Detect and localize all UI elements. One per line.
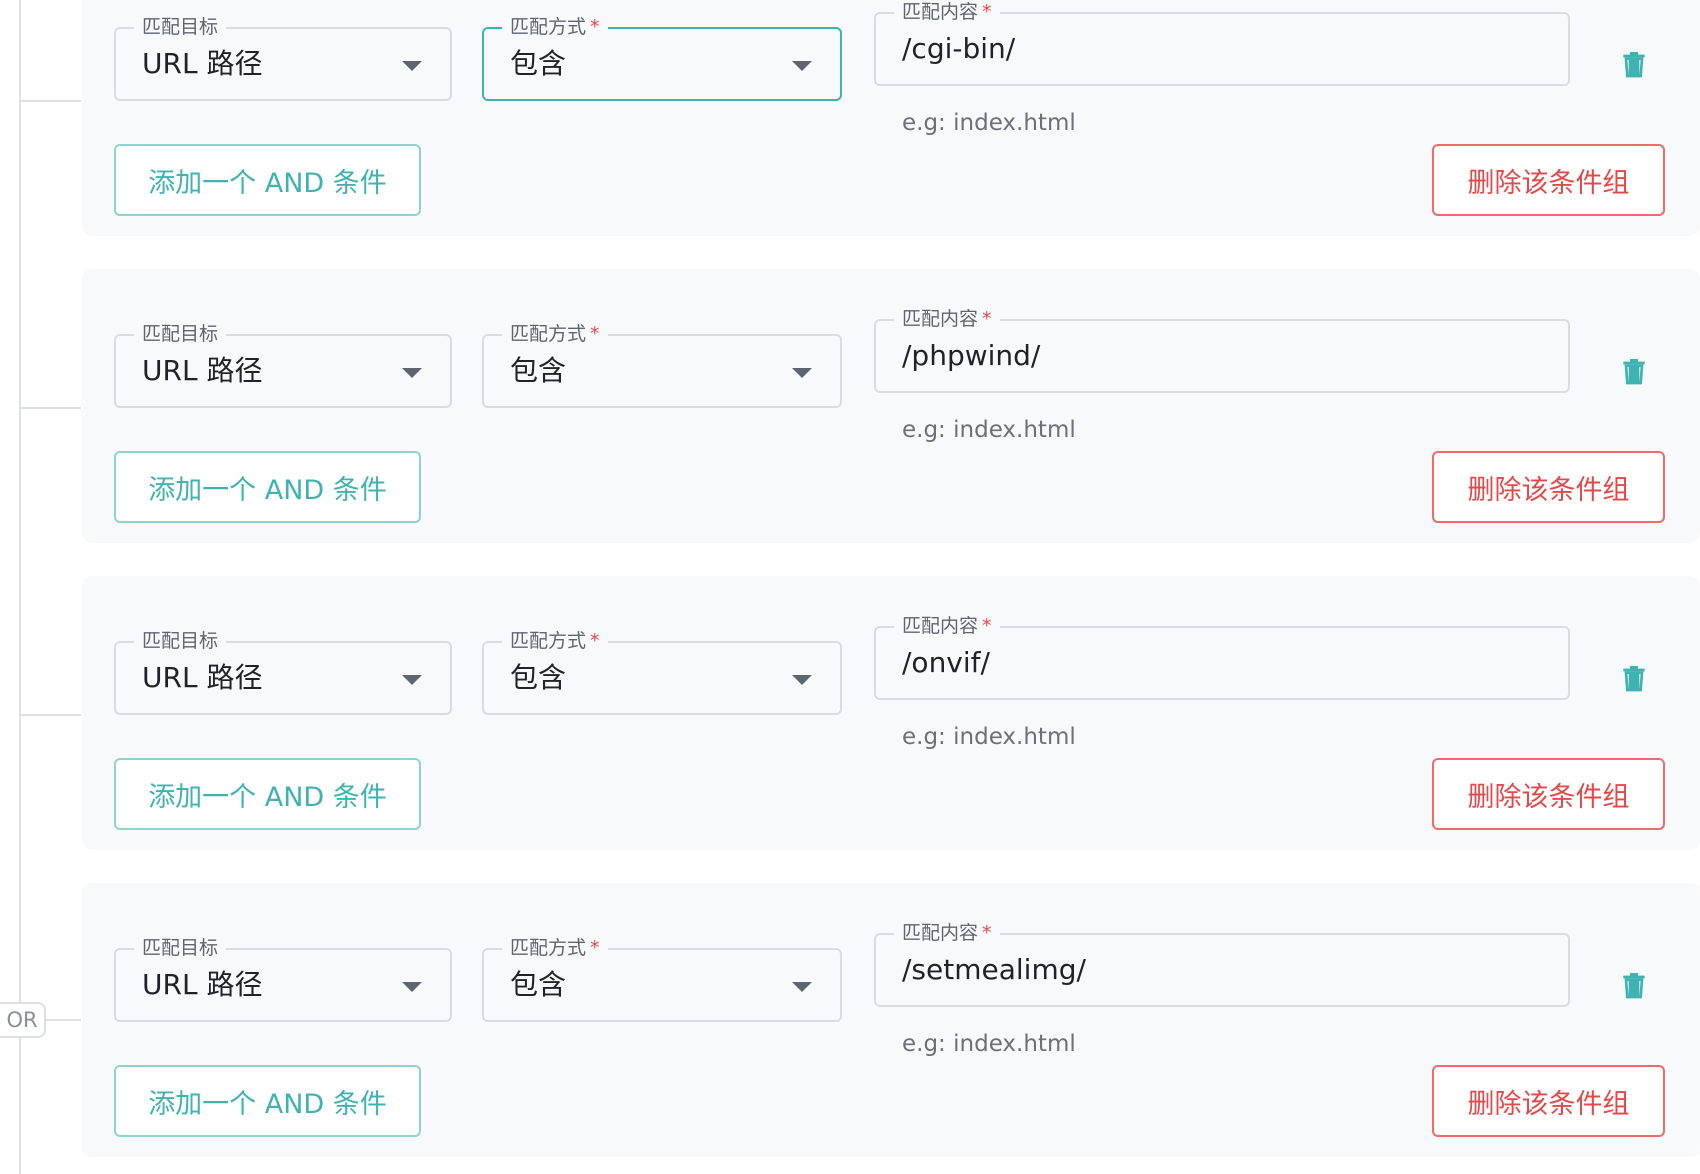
condition-group: 匹配目标 URL 路径 匹配方式 * 包含 匹配内容 * /cgi-bin/ e.g…	[82, 0, 1700, 236]
delete-condition-group-button[interactable]: 删除该条件组	[1432, 758, 1665, 830]
match-method-value: 包含	[510, 47, 567, 80]
match-method-select[interactable]: 匹配方式 * 包含	[482, 15, 842, 101]
chevron-down-icon	[402, 368, 422, 378]
match-content-input[interactable]: 匹配内容 * /setmealimg/	[874, 921, 1570, 1007]
tree-branch	[19, 100, 81, 102]
match-target-select[interactable]: 匹配目标 URL 路径	[114, 15, 452, 101]
match-content-input[interactable]: 匹配内容 * /phpwind/	[874, 307, 1570, 393]
match-content-value: /phpwind/	[902, 339, 1041, 372]
match-content-value: /cgi-bin/	[902, 32, 1016, 65]
condition-group: 匹配目标 URL 路径 匹配方式 * 包含 匹配内容 * /phpwind/ e.g…	[82, 269, 1700, 543]
required-mark: *	[590, 323, 600, 345]
delete-condition-group-button[interactable]: 删除该条件组	[1432, 451, 1665, 523]
chevron-down-icon	[792, 61, 812, 71]
match-target-select[interactable]: 匹配目标 URL 路径	[114, 936, 452, 1022]
match-target-value: URL 路径	[142, 47, 263, 80]
match-method-value: 包含	[510, 354, 567, 387]
condition-group: 匹配目标 URL 路径 匹配方式 * 包含 匹配内容 * /onvif/ e.g: …	[82, 576, 1700, 850]
required-mark: *	[590, 16, 600, 38]
match-content-hint: e.g: index.html	[902, 110, 1076, 136]
match-target-value: URL 路径	[142, 354, 263, 387]
match-content-input[interactable]: 匹配内容 * /cgi-bin/	[874, 0, 1570, 86]
match-method-select[interactable]: 匹配方式 * 包含	[482, 629, 842, 715]
trash-icon[interactable]	[1618, 662, 1650, 694]
match-method-select[interactable]: 匹配方式 * 包含	[482, 322, 842, 408]
match-content-hint: e.g: index.html	[902, 417, 1076, 443]
chevron-down-icon	[402, 982, 422, 992]
tree-connector-line	[19, 0, 21, 1174]
match-method-select[interactable]: 匹配方式 * 包含	[482, 936, 842, 1022]
required-mark: *	[590, 937, 600, 959]
or-connector-badge: OR	[0, 1002, 46, 1038]
match-method-value: 包含	[510, 968, 567, 1001]
condition-group: 匹配目标 URL 路径 匹配方式 * 包含 匹配内容 * /setmealimg/ …	[82, 883, 1700, 1157]
add-and-condition-button[interactable]: 添加一个 AND 条件	[114, 144, 421, 216]
add-and-condition-button[interactable]: 添加一个 AND 条件	[114, 758, 421, 830]
delete-condition-group-button[interactable]: 删除该条件组	[1432, 144, 1665, 216]
delete-condition-group-button[interactable]: 删除该条件组	[1432, 1065, 1665, 1137]
match-target-select[interactable]: 匹配目标 URL 路径	[114, 322, 452, 408]
add-and-condition-button[interactable]: 添加一个 AND 条件	[114, 1065, 421, 1137]
chevron-down-icon	[792, 982, 812, 992]
match-content-input[interactable]: 匹配内容 * /onvif/	[874, 614, 1570, 700]
tree-branch	[19, 407, 81, 409]
trash-icon[interactable]	[1618, 355, 1650, 387]
match-content-hint: e.g: index.html	[902, 1031, 1076, 1057]
trash-icon[interactable]	[1618, 969, 1650, 1001]
tree-branch	[19, 714, 81, 716]
chevron-down-icon	[402, 61, 422, 71]
match-target-value: URL 路径	[142, 968, 263, 1001]
required-mark: *	[590, 630, 600, 652]
match-content-hint: e.g: index.html	[902, 724, 1076, 750]
match-target-value: URL 路径	[142, 661, 263, 694]
chevron-down-icon	[402, 675, 422, 685]
match-target-select[interactable]: 匹配目标 URL 路径	[114, 629, 452, 715]
match-content-value: /onvif/	[902, 646, 990, 679]
chevron-down-icon	[792, 675, 812, 685]
trash-icon[interactable]	[1618, 48, 1650, 80]
chevron-down-icon	[792, 368, 812, 378]
match-method-value: 包含	[510, 661, 567, 694]
match-content-value: /setmealimg/	[902, 953, 1086, 986]
add-and-condition-button[interactable]: 添加一个 AND 条件	[114, 451, 421, 523]
